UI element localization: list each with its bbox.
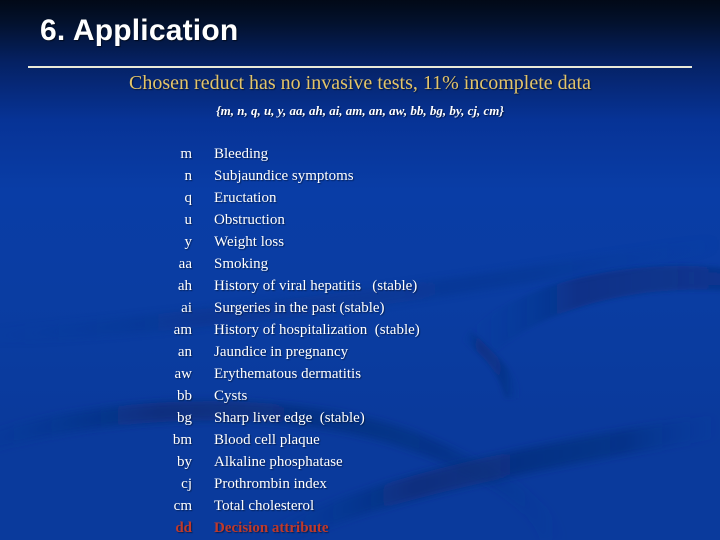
legend-attribute-code: an	[177, 344, 192, 360]
legend-attribute-code: bb	[177, 388, 192, 404]
legend-attribute-description: Jaundice in pregnancy	[214, 344, 349, 360]
legend-attribute-description: Erythematous dermatitis	[214, 366, 362, 382]
legend-row: dd Decision attribute	[0, 517, 720, 539]
legend-attribute-code: ah	[177, 278, 192, 294]
legend-attribute-code: q	[184, 190, 193, 206]
legend-row: cm Total cholesterol	[0, 495, 720, 517]
legend-attribute-description: Weight loss	[214, 234, 285, 250]
legend-row: ai Surgeries in the past (stable)	[0, 297, 720, 319]
legend-attribute-description: Smoking	[214, 256, 269, 272]
presentation-slide: 6. Application Chosen reduct has no inva…	[0, 0, 720, 540]
legend-attribute-description: Sharp liver edge (stable)	[214, 410, 365, 426]
legend-row: ah History of viral hepatitis (stable)	[0, 275, 720, 297]
legend-attribute-description: History of viral hepatitis (stable)	[214, 278, 418, 294]
legend-attribute-code: y	[184, 234, 193, 250]
page-title: 6. Application	[40, 14, 239, 47]
legend-attribute-description: Bleeding	[214, 146, 269, 162]
attribute-legend-table: m Bleeding n Subjaundice symptoms q Eructatio…	[0, 143, 720, 539]
legend-attribute-code: dd	[175, 520, 192, 536]
legend-attribute-description: Alkaline phosphatase	[214, 454, 343, 470]
legend-row: bb Cysts	[0, 385, 720, 407]
legend-row: bm Blood cell plaque	[0, 429, 720, 451]
legend-attribute-code: am	[173, 322, 192, 338]
legend-attribute-code: by	[177, 454, 192, 470]
legend-attribute-description: Surgeries in the past (stable)	[214, 300, 385, 316]
legend-attribute-code: aa	[178, 256, 192, 272]
legend-row: aw Erythematous dermatitis	[0, 363, 720, 385]
legend-row: by Alkaline phosphatase	[0, 451, 720, 473]
legend-attribute-code: cm	[173, 498, 192, 514]
legend-row: an Jaundice in pregnancy	[0, 341, 720, 363]
slide-subtitle: Chosen reduct has no invasive tests, 11%…	[129, 72, 591, 94]
title-divider	[28, 66, 692, 68]
legend-attribute-description: Cysts	[214, 388, 248, 404]
legend-attribute-description: Blood cell plaque	[214, 432, 320, 448]
legend-row: bg Sharp liver edge (stable)	[0, 407, 720, 429]
legend-attribute-code: m	[180, 146, 192, 162]
legend-attribute-code: bm	[172, 432, 192, 448]
legend-row: u Obstruction	[0, 209, 720, 231]
legend-row: aa Smoking	[0, 253, 720, 275]
legend-row: m Bleeding	[0, 143, 720, 165]
legend-attribute-description: Total cholesterol	[214, 498, 315, 514]
legend-attribute-description: Obstruction	[214, 212, 285, 228]
legend-attribute-description: Prothrombin index	[214, 476, 327, 492]
legend-attribute-code: bg	[177, 410, 192, 426]
legend-row: n Subjaundice symptoms	[0, 165, 720, 187]
legend-row: y Weight loss	[0, 231, 720, 253]
legend-attribute-code: ai	[181, 300, 192, 316]
legend-attribute-code: cj	[181, 476, 192, 492]
legend-attribute-description: Decision attribute	[214, 520, 329, 536]
attribute-set-list: {m, n, q, u, y, aa, ah, ai, am, an, aw, …	[216, 103, 504, 118]
legend-row: q Eructation	[0, 187, 720, 209]
legend-attribute-code: aw	[174, 366, 193, 382]
legend-row: cj Prothrombin index	[0, 473, 720, 495]
legend-row: am History of hospitalization (stable)	[0, 319, 720, 341]
legend-attribute-code: u	[184, 212, 193, 228]
legend-attribute-code: n	[184, 168, 193, 184]
legend-attribute-description: Eructation	[214, 190, 277, 206]
legend-attribute-description: Subjaundice symptoms	[214, 168, 354, 184]
legend-attribute-description: History of hospitalization (stable)	[214, 322, 420, 338]
